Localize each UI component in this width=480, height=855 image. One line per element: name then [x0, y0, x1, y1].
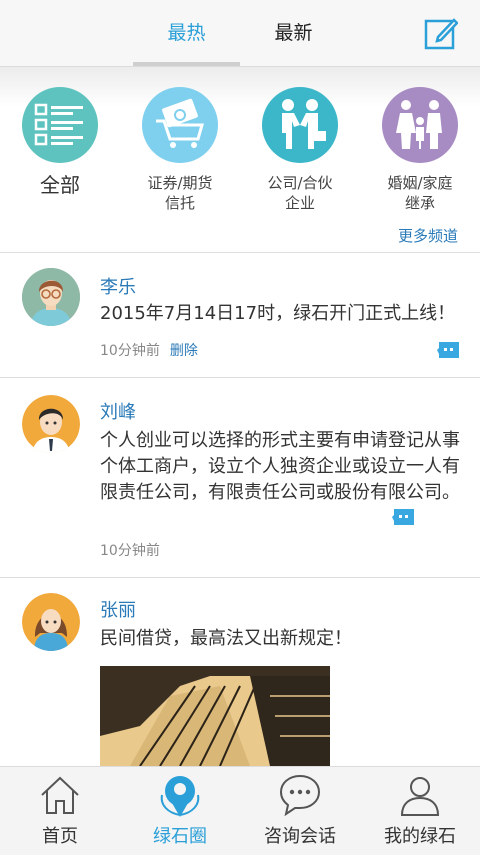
- avatar[interactable]: [22, 268, 80, 326]
- author-name[interactable]: 刘峰: [100, 398, 136, 424]
- comment-icon[interactable]: [392, 509, 414, 525]
- comment-icon[interactable]: [437, 342, 459, 358]
- post-meta: 10分钟前: [100, 540, 160, 560]
- category-label: 证券/期货 信托: [120, 173, 240, 213]
- category-label: 公司/合伙 企业: [240, 173, 360, 213]
- category-all[interactable]: 全部: [0, 87, 120, 195]
- author-name[interactable]: 李乐: [100, 273, 136, 299]
- tab-new[interactable]: 最新: [240, 0, 347, 66]
- more-channels-link[interactable]: 更多频道: [398, 225, 458, 246]
- delete-link[interactable]: 删除: [170, 343, 198, 359]
- nav-home[interactable]: 首页: [0, 767, 120, 855]
- lvshi-circle-icon: [160, 776, 200, 817]
- tab-hot-label: 最热: [167, 22, 206, 44]
- category-label: 全部: [40, 173, 80, 197]
- cart-money-icon: [142, 87, 218, 163]
- category-company[interactable]: 公司/合伙 企业: [240, 87, 360, 213]
- post-time: 10分钟前: [100, 543, 160, 559]
- category-label-line1: 公司/合伙: [267, 174, 333, 192]
- category-section: 全部 证券/期货 信托 公司/合伙 企业 婚姻/家庭 继承 更多频道: [0, 67, 480, 253]
- nav-my[interactable]: 我的绿石: [360, 767, 480, 855]
- home-icon: [41, 776, 79, 814]
- family-icon: [382, 87, 458, 163]
- edit-icon[interactable]: [424, 16, 458, 50]
- post-content: 民间借贷，最高法又出新规定！: [100, 628, 352, 649]
- post-item[interactable]: 刘峰 个人创业可以选择的形式主要有申请登记从事个体工商户，设立个人独资企业或设立…: [0, 378, 480, 578]
- post-meta: 10分钟前 删除: [100, 340, 198, 360]
- nav-label: 绿石圈: [153, 826, 207, 847]
- handshake-icon: [262, 87, 338, 163]
- nav-chat[interactable]: 咨询会话: [240, 767, 360, 855]
- category-label-line1: 证券/期货: [147, 174, 213, 192]
- tab-hot-indicator: [133, 62, 240, 66]
- list-icon: [22, 87, 98, 163]
- post-content: 个人创业可以选择的形式主要有申请登记从事个体工商户，设立个人独资企业或设立一人有…: [100, 430, 460, 503]
- bottom-nav: 首页 绿石圈 咨询会话 我的绿石: [0, 766, 480, 855]
- post-content: 2015年7月14日17时，绿石开门正式上线！: [100, 303, 456, 324]
- post-item[interactable]: 李乐 2015年7月14日17时，绿石开门正式上线！ 10分钟前 删除: [0, 253, 480, 378]
- avatar[interactable]: [22, 593, 80, 651]
- user-icon: [400, 777, 440, 816]
- nav-label: 首页: [42, 826, 78, 847]
- category-label-line2: 企业: [284, 194, 315, 212]
- category-family[interactable]: 婚姻/家庭 继承: [360, 87, 480, 213]
- tab-new-label: 最新: [274, 22, 313, 44]
- top-bar: 最热 最新: [0, 0, 480, 67]
- tab-hot[interactable]: 最热: [133, 0, 240, 66]
- avatar[interactable]: [22, 395, 80, 453]
- author-name[interactable]: 张丽: [100, 596, 136, 622]
- category-label: 婚姻/家庭 继承: [360, 173, 480, 213]
- post-time: 10分钟前: [100, 343, 160, 359]
- post-image[interactable]: [100, 666, 330, 766]
- category-securities[interactable]: 证券/期货 信托: [120, 87, 240, 213]
- nav-label: 咨询会话: [264, 826, 336, 847]
- nav-label: 我的绿石: [384, 826, 456, 847]
- category-label-line1: 婚姻/家庭: [387, 174, 453, 192]
- category-label-line2: 继承: [404, 194, 435, 212]
- chat-icon: [279, 774, 321, 817]
- category-label-line2: 信托: [164, 194, 195, 212]
- nav-lvshi-circle[interactable]: 绿石圈: [120, 767, 240, 855]
